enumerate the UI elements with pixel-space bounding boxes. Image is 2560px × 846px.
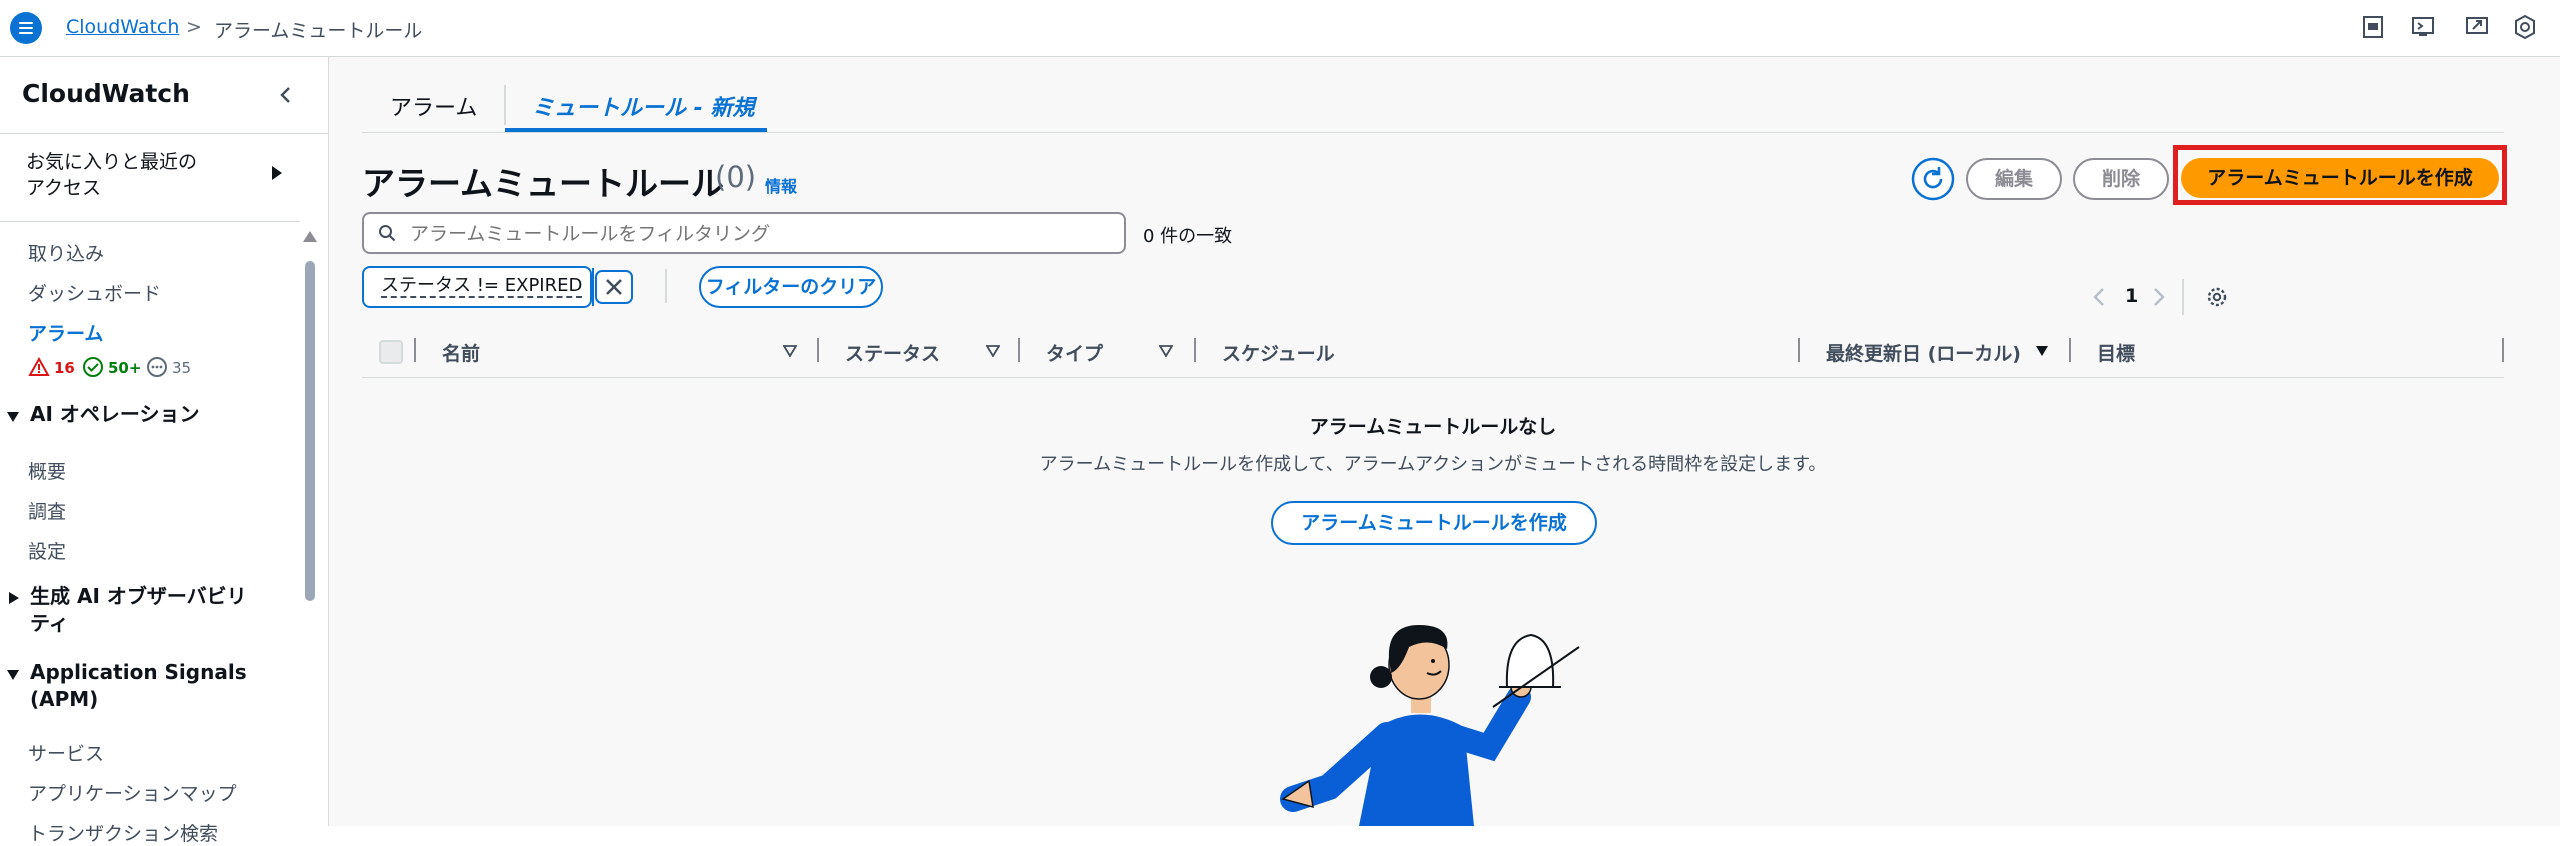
collapse-chevron-left-icon[interactable] xyxy=(276,85,296,105)
table-preferences-gear-icon[interactable] xyxy=(2205,285,2229,309)
tab-mute-rules[interactable]: ミュートルール - 新規 xyxy=(532,90,754,122)
sidebar-divider xyxy=(0,133,328,134)
sort-descending-icon[interactable] xyxy=(2035,345,2049,357)
page-title: アラームミュートルール xyxy=(362,164,725,203)
sort-icon[interactable] xyxy=(986,345,1000,357)
create-mute-rule-button[interactable]: アラームミュートルールを作成 xyxy=(2181,158,2499,198)
sidebar-item-services[interactable]: サービス xyxy=(28,739,104,766)
sidebar-scrollbar[interactable] xyxy=(305,261,315,601)
column-separator xyxy=(414,338,416,362)
column-separator xyxy=(2069,338,2071,362)
filter-token[interactable]: ステータス != EXPIRED xyxy=(362,266,594,308)
sidebar-navigation: CloudWatch お気に入りと最近の アクセス 取り込み ダッシュボード ア… xyxy=(0,57,329,845)
tab-divider xyxy=(504,85,506,125)
filter-token-divider xyxy=(592,268,594,306)
column-header-status[interactable]: ステータス xyxy=(845,339,940,366)
sidebar-heading-genai-observability[interactable]: 生成 AI オブザーバビリティ xyxy=(30,583,260,637)
tab-alarms[interactable]: アラーム xyxy=(390,90,477,122)
column-header-type[interactable]: タイプ xyxy=(1046,339,1103,366)
filter-separator xyxy=(665,269,667,303)
section-expanded-icon[interactable] xyxy=(6,669,20,681)
column-separator xyxy=(1798,338,1800,362)
sidebar-item-investigations[interactable]: 調査 xyxy=(28,497,66,524)
cloudshell-icon[interactable] xyxy=(2410,14,2436,40)
select-all-checkbox[interactable] xyxy=(379,340,403,364)
column-header-target[interactable]: 目標 xyxy=(2097,339,2135,366)
sort-icon[interactable] xyxy=(1159,345,1173,357)
settings-gear-icon[interactable] xyxy=(2512,14,2538,40)
column-separator xyxy=(1194,338,1196,362)
empty-state-create-button[interactable]: アラームミュートルールを作成 xyxy=(1271,501,1597,545)
breadcrumb-cloudwatch-link[interactable]: CloudWatch xyxy=(66,16,179,38)
person-with-bell-illustration xyxy=(1280,625,1580,826)
main-content: アラーム ミュートルール - 新規 アラームミュートルール (0) 情報 編集 … xyxy=(329,57,2560,826)
alarm-count[interactable]: 16 xyxy=(54,359,75,377)
empty-state-title: アラームミュートルールなし xyxy=(1309,416,1557,438)
favorites-expand-icon[interactable] xyxy=(270,165,284,181)
sidebar-item-ingestion[interactable]: 取り込み xyxy=(28,239,104,266)
breadcrumb-current: アラームミュートルール xyxy=(214,20,423,42)
rule-count: (0) xyxy=(715,160,757,194)
column-header-name[interactable]: 名前 xyxy=(442,339,480,366)
search-icon xyxy=(379,225,396,242)
pagination-divider xyxy=(2182,279,2184,315)
sidebar-item-transaction-search[interactable]: トランザクション検索 xyxy=(28,819,218,846)
column-separator xyxy=(817,338,819,362)
tabs-baseline xyxy=(362,132,2504,133)
console-toolbar-icon[interactable] xyxy=(2464,14,2490,40)
sidebar-title: CloudWatch xyxy=(22,79,190,108)
insufficient-data-icon xyxy=(147,357,167,377)
refresh-icon[interactable] xyxy=(1911,157,1955,201)
column-separator xyxy=(2502,338,2504,362)
notes-icon[interactable] xyxy=(2360,14,2386,40)
sidebar-heading-ai-operations[interactable]: AI オペレーション xyxy=(30,401,199,428)
ok-count[interactable]: 50+ xyxy=(108,359,141,377)
scroll-up-arrow-icon[interactable] xyxy=(302,229,318,243)
filter-input-box[interactable] xyxy=(362,212,1126,254)
empty-state-description: アラームミュートルールを作成して、アラームアクションがミュートされる時間枠を設定… xyxy=(1039,454,1827,475)
remove-filter-close-icon[interactable] xyxy=(595,270,633,304)
prev-page-chevron-icon[interactable] xyxy=(2091,286,2107,308)
delete-button[interactable]: 削除 xyxy=(2073,158,2169,200)
menu-icon[interactable] xyxy=(10,12,42,44)
column-header-last-updated[interactable]: 最終更新日 (ローカル) xyxy=(1826,339,2021,366)
sidebar-divider xyxy=(0,221,300,222)
page-number[interactable]: 1 xyxy=(2125,285,2138,307)
sidebar-item-alarms[interactable]: アラーム xyxy=(28,319,103,346)
section-expanded-icon[interactable] xyxy=(6,411,20,423)
sidebar-heading-application-signals[interactable]: Application Signals (APM) xyxy=(30,659,270,713)
section-collapsed-icon[interactable] xyxy=(8,591,20,605)
alarm-warning-icon xyxy=(28,357,50,376)
sort-icon[interactable] xyxy=(783,345,797,357)
clear-filters-button[interactable]: フィルターのクリア xyxy=(699,266,883,308)
top-navigation-bar: CloudWatch > アラームミュートルール xyxy=(0,0,2560,57)
table-header-divider xyxy=(362,377,2504,378)
ok-check-icon xyxy=(83,357,103,377)
favorites-and-recent[interactable]: お気に入りと最近の アクセス xyxy=(26,149,197,201)
next-page-chevron-icon[interactable] xyxy=(2151,286,2167,308)
sidebar-item-dashboards[interactable]: ダッシュボード xyxy=(28,279,161,306)
breadcrumb-separator: > xyxy=(186,16,202,38)
sidebar-item-settings[interactable]: 設定 xyxy=(28,537,66,564)
filter-input[interactable] xyxy=(408,220,1102,248)
sidebar-item-application-map[interactable]: アプリケーションマップ xyxy=(28,779,237,806)
edit-button[interactable]: 編集 xyxy=(1966,158,2062,200)
filter-token-label: ステータス != EXPIRED xyxy=(381,275,583,298)
match-count: 0 件の一致 xyxy=(1143,226,1233,247)
sidebar-item-overview[interactable]: 概要 xyxy=(28,457,66,484)
column-separator xyxy=(1018,338,1020,362)
column-header-schedule[interactable]: スケジュール xyxy=(1222,339,1335,366)
insufficient-count[interactable]: 35 xyxy=(172,359,191,377)
info-link[interactable]: 情報 xyxy=(765,173,797,197)
